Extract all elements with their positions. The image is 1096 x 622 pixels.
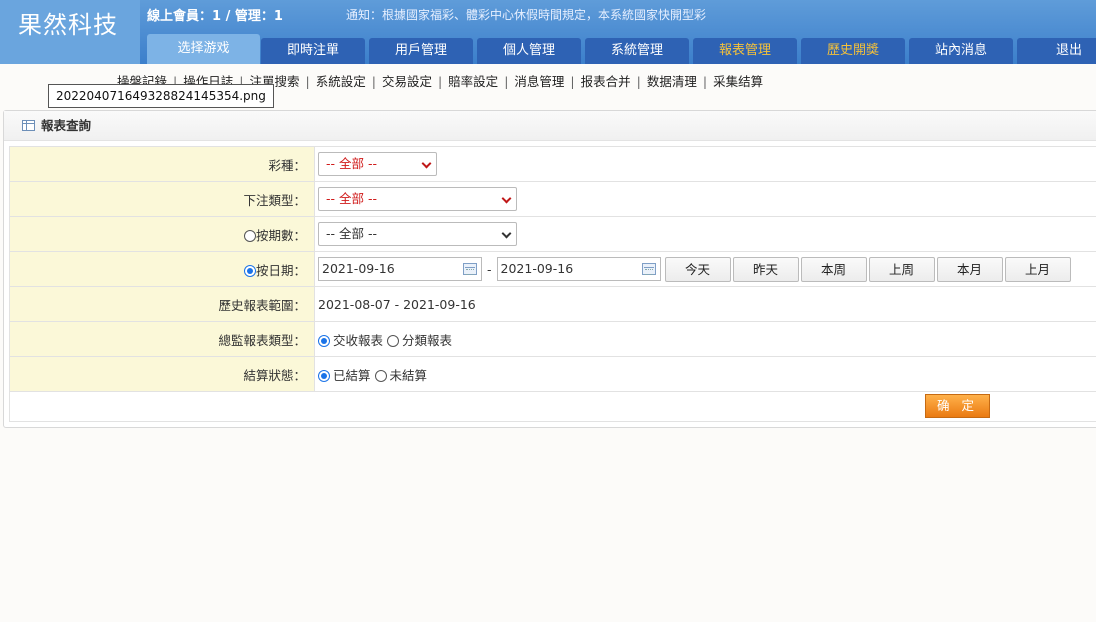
notice-ticker: 通知：根據國家福彩、體彩中心休假時間規定，本系統國家快開型彩	[346, 8, 707, 22]
bet-type-select-value: -- 全部 --	[326, 191, 377, 206]
tab-personal[interactable]: 個人管理	[477, 38, 581, 64]
period-radio[interactable]	[243, 229, 256, 242]
calendar-icon[interactable]	[463, 263, 477, 275]
period-select[interactable]: -- 全部 --	[318, 222, 517, 246]
last-week-button[interactable]: 上周	[868, 256, 935, 282]
unsettled-option: 未結算	[389, 367, 428, 383]
report-type-label: 總監報表類型：	[9, 321, 315, 357]
date-separator: -	[487, 261, 492, 277]
table-icon	[22, 120, 35, 131]
subnav-odds-settings[interactable]: 賠率設定	[448, 74, 498, 89]
tab-history-draws[interactable]: 歷史開獎	[801, 38, 905, 64]
filename-tooltip: 20220407164932882414535​4.png	[48, 84, 274, 108]
settled-option: 已結算	[333, 367, 371, 383]
subnav-message-management[interactable]: 消息管理	[514, 74, 564, 89]
query-form: 彩種： -- 全部 -- 下注類型： -- 全部 -- 按期數： -- 全部 -…	[9, 146, 1096, 422]
date-label: 按日期：	[255, 262, 306, 278]
date-radio[interactable]	[243, 264, 256, 277]
lottery-label: 彩種：	[9, 146, 315, 182]
form-row-date: 按日期： 2021-09-16 - 2021-09-16 今天 昨天 本周 上周 本月上…	[9, 251, 1096, 287]
form-row-range: 歷史報表範圍： 2021-08-07 - 2021-09-16	[9, 286, 1096, 322]
form-row-lottery: 彩種： -- 全部 --	[9, 146, 1096, 182]
last-month-button[interactable]: 上月	[1004, 256, 1071, 282]
calendar-icon[interactable]	[641, 263, 656, 275]
tab-messages[interactable]: 站內消息	[909, 38, 1013, 64]
tab-select-game[interactable]: 选择游戏	[147, 34, 260, 64]
period-select-value: -- 全部 --	[326, 226, 377, 241]
lottery-select-value: -- 全部 --	[326, 156, 377, 171]
tab-live-bets[interactable]: 即時注單	[261, 38, 365, 64]
date-label-cell: 按日期：	[9, 251, 315, 287]
form-row-bet-type: 下注類型： -- 全部 --	[9, 181, 1096, 217]
subnav-collect-settle[interactable]: 采集结算	[713, 74, 763, 89]
form-row-period: 按期數： -- 全部 --	[9, 216, 1096, 252]
range-value: 2021-08-07 - 2021-09-16	[314, 286, 1096, 322]
date-from-value: 2021-09-16	[322, 261, 395, 276]
panel-title: 報表查詢	[41, 118, 92, 133]
settled-radio[interactable]	[318, 369, 330, 382]
form-row-settle: 結算狀態： 已結算 未結算	[9, 356, 1096, 392]
subnav-data-cleanup[interactable]: 数据清理	[647, 74, 697, 89]
bet-type-label: 下注類型：	[9, 181, 315, 217]
this-week-button[interactable]: 本周	[800, 256, 867, 282]
tab-reports[interactable]: 報表管理	[693, 38, 797, 64]
bet-type-select[interactable]: -- 全部 --	[318, 187, 517, 211]
chevron-down-icon	[421, 158, 432, 169]
chevron-down-icon	[501, 228, 512, 239]
form-row-report-type: 總監報表類型： 交收報表 分類報表	[9, 321, 1096, 357]
tab-logout[interactable]: 退出	[1017, 38, 1096, 64]
settlement-report-radio[interactable]	[318, 334, 330, 347]
yesterday-button[interactable]: 昨天	[732, 256, 799, 282]
tab-system[interactable]: 系統管理	[585, 38, 689, 64]
settlement-report-option: 交收報表	[333, 332, 384, 348]
period-label: 按期數：	[255, 227, 306, 243]
app-logo: 果然科技	[0, 0, 140, 64]
settle-label: 結算狀態：	[9, 356, 315, 392]
date-from-input[interactable]: 2021-09-16	[318, 257, 482, 281]
this-month-button[interactable]: 本月	[936, 256, 1003, 282]
date-to-value: 2021-09-16	[500, 261, 574, 276]
tab-user-management[interactable]: 用戶管理	[369, 38, 473, 64]
date-to-input[interactable]: 2021-09-16	[496, 257, 661, 281]
today-button[interactable]: 今天	[664, 256, 731, 282]
period-label-cell: 按期數：	[9, 216, 315, 252]
subnav-system-settings[interactable]: 系統設定	[316, 74, 366, 89]
subnav-report-merge[interactable]: 报表合并	[581, 74, 631, 89]
header: 果然科技 線上會員：1 / 管理：1 通知：根據國家福彩、體彩中心休假時間規定，…	[0, 0, 1096, 64]
category-report-radio[interactable]	[387, 334, 400, 347]
report-query-panel: 報表查詢 彩種： -- 全部 -- 下注類型： -- 全部 -- 按期數： --…	[3, 110, 1096, 428]
unsettled-radio[interactable]	[374, 369, 387, 382]
range-label: 歷史報表範圍：	[9, 286, 315, 322]
lottery-select[interactable]: -- 全部 --	[318, 152, 437, 176]
subnav-trade-settings[interactable]: 交易設定	[382, 74, 432, 89]
online-status: 線上會員：1 / 管理：1	[147, 9, 283, 24]
panel-header: 報表查詢	[4, 111, 1096, 141]
confirm-button[interactable]: 确 定	[925, 394, 990, 418]
chevron-down-icon	[501, 193, 512, 204]
category-report-option: 分類報表	[402, 332, 453, 348]
